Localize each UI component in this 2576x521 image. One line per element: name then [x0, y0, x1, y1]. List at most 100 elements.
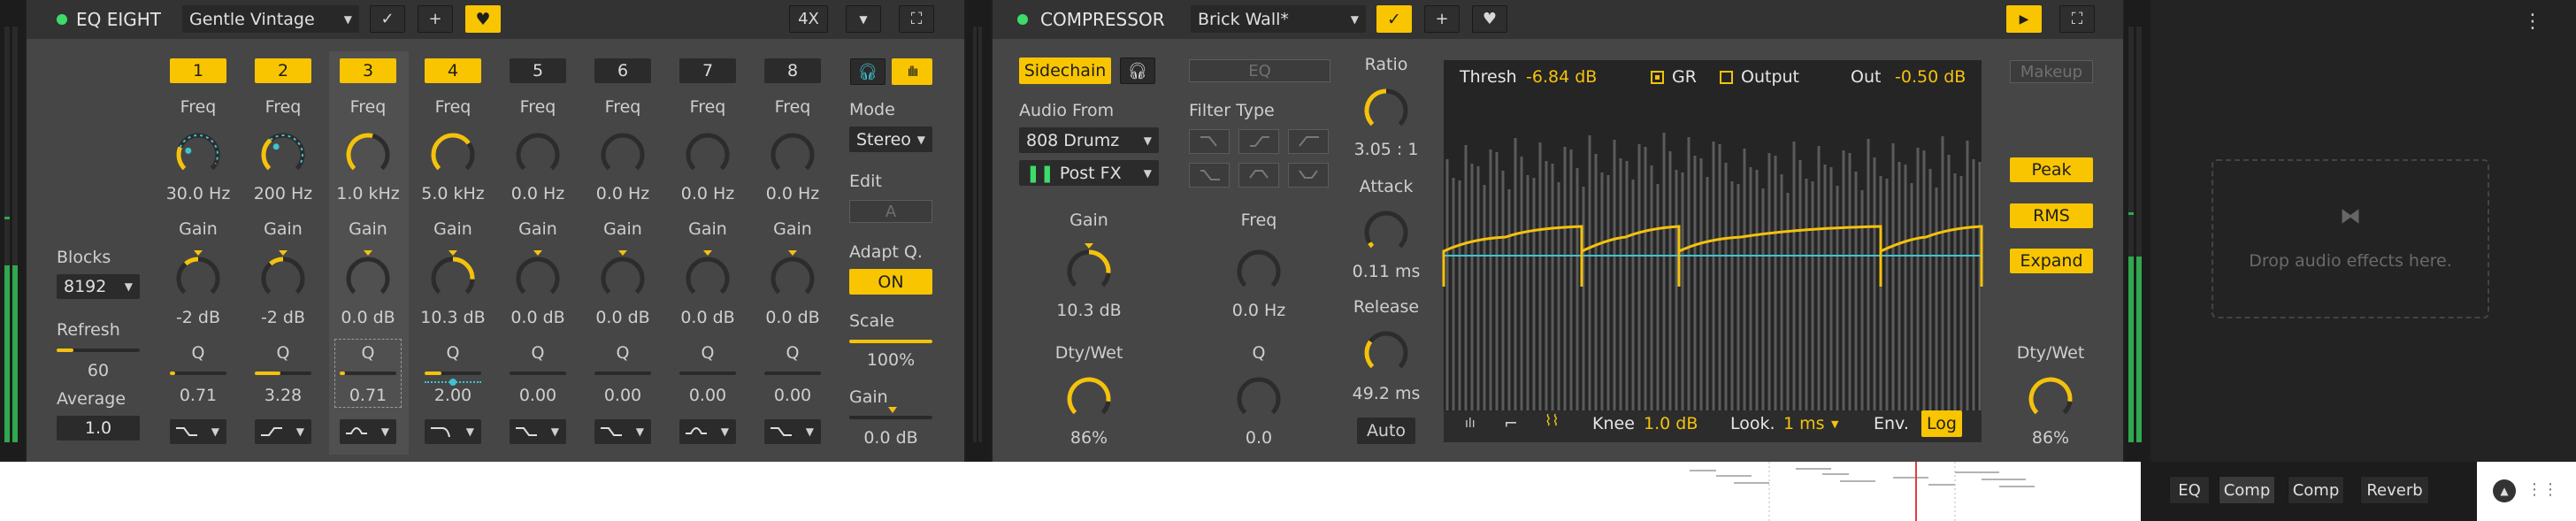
sidechain-listen-button[interactable]: 🎧︎	[1120, 57, 1155, 84]
mode-dropdown[interactable]: Stereo ▼	[849, 126, 932, 152]
freq-knob[interactable]	[424, 126, 482, 184]
collapse-button[interactable]: ▲	[2493, 479, 2516, 502]
filter-type-dropdown[interactable]: ▼	[255, 419, 311, 444]
q-slider[interactable]	[594, 372, 651, 375]
filter-type-dropdown[interactable]: ▼	[764, 419, 821, 444]
audition-button[interactable]: 🎧︎	[850, 58, 886, 85]
filter-type-dropdown[interactable]: ▼	[594, 419, 651, 444]
band-toggle-button[interactable]: 5	[510, 58, 566, 83]
rms-button[interactable]: RMS	[2010, 203, 2093, 228]
chevron-down-icon[interactable]: ▼	[1831, 419, 1838, 429]
output-gain-slider[interactable]	[849, 416, 932, 419]
attack-knob[interactable]	[1357, 203, 1415, 262]
q-slider[interactable]	[170, 372, 226, 375]
device-power-icon[interactable]	[57, 14, 67, 25]
oversample-button[interactable]: 4X	[789, 5, 828, 33]
gain-knob[interactable]	[339, 249, 397, 308]
gain-knob[interactable]	[763, 249, 822, 308]
q-slider[interactable]	[425, 372, 481, 375]
band-toggle-button[interactable]: 7	[679, 58, 736, 83]
spectrum-button[interactable]: ıllıı	[892, 58, 932, 85]
freq-knob[interactable]	[763, 126, 822, 184]
sidechain-toggle[interactable]: Sidechain	[1019, 57, 1111, 84]
freq-knob[interactable]	[594, 126, 652, 184]
device-power-icon[interactable]	[1017, 14, 1028, 25]
gain-knob[interactable]	[169, 249, 227, 308]
freq-knob[interactable]	[254, 126, 312, 184]
gain-knob[interactable]	[254, 249, 312, 308]
filter-type-dropdown[interactable]: ▼	[340, 419, 396, 444]
q-slider[interactable]	[255, 372, 311, 375]
q-slider[interactable]	[679, 372, 736, 375]
band-toggle-button[interactable]: 4	[425, 58, 481, 83]
chain-device-tab[interactable]: EQ	[2169, 476, 2210, 504]
gain-knob[interactable]	[678, 249, 737, 308]
bars-view-icon[interactable]: ılı	[1465, 418, 1476, 430]
chain-device-tab[interactable]: Comp	[2288, 476, 2344, 504]
auto-release-button[interactable]: Auto	[1357, 418, 1415, 444]
scale-slider[interactable]	[849, 340, 932, 343]
chain-device-tab[interactable]: Reverb	[2360, 476, 2429, 504]
play-button[interactable]: ▶	[2006, 5, 2042, 33]
filter-type-button[interactable]	[1238, 163, 1279, 188]
output-checkbox[interactable]	[1720, 71, 1733, 84]
save-preset-button[interactable]: ✓	[370, 5, 405, 33]
comp-expand-button[interactable]: ⛶	[2059, 5, 2095, 33]
band-toggle-button[interactable]: 1	[170, 58, 226, 83]
freq-knob[interactable]	[169, 126, 227, 184]
drop-zone[interactable]	[2212, 159, 2489, 318]
more-options-icon[interactable]: ⋮	[2523, 12, 2542, 32]
knee-value[interactable]: 1.0 dB	[1644, 416, 1698, 433]
q-slider[interactable]	[764, 372, 821, 375]
filter-type-button[interactable]	[1288, 163, 1329, 188]
add-preset-button[interactable]: +	[418, 5, 453, 33]
freq-knob[interactable]	[339, 126, 397, 184]
sidechain-eq-toggle[interactable]: EQ	[1189, 59, 1330, 82]
sc-gain-knob[interactable]	[1060, 242, 1118, 301]
drywet-knob[interactable]	[2021, 370, 2080, 428]
filter-type-dropdown[interactable]: ▼	[510, 419, 566, 444]
edit-ab-button[interactable]: A	[849, 200, 932, 223]
audio-from-dropdown[interactable]: 808 Drumz ▼	[1019, 127, 1159, 153]
ratio-knob[interactable]	[1357, 81, 1415, 140]
chain-device-tab[interactable]: Comp	[2219, 476, 2275, 504]
filter-type-dropdown[interactable]: ▼	[679, 419, 736, 444]
add-preset-button[interactable]: +	[1424, 5, 1460, 33]
blocks-dropdown[interactable]: 8192 ▼	[57, 274, 140, 299]
gr-checkbox[interactable]	[1651, 71, 1664, 84]
filter-type-dropdown[interactable]: ▼	[170, 419, 226, 444]
freq-knob[interactable]	[509, 126, 567, 184]
favorite-button[interactable]: ♥	[1472, 5, 1507, 33]
save-preset-button[interactable]: ✓	[1376, 5, 1412, 33]
makeup-button[interactable]: Makeup	[2010, 60, 2093, 83]
post-fx-dropdown[interactable]: ❚❚ Post FX ▼	[1019, 160, 1159, 186]
env-log-toggle[interactable]: Log	[1921, 410, 1962, 437]
filter-type-button[interactable]	[1238, 129, 1279, 154]
peak-button[interactable]: Peak	[2010, 157, 2093, 182]
expand-button[interactable]: Expand	[2010, 249, 2093, 273]
gain-knob[interactable]	[509, 249, 567, 308]
favorite-button[interactable]: ♥	[465, 5, 501, 33]
comp-preset-dropdown[interactable]: Brick Wall* ▼	[1191, 5, 1366, 33]
resize-grip-icon[interactable]: ⋮⋮	[2526, 482, 2558, 498]
eq-expand-button[interactable]: ⛶	[899, 5, 934, 33]
filter-type-dropdown[interactable]: ▼	[425, 419, 481, 444]
gain-knob[interactable]	[594, 249, 652, 308]
activity-view-icon[interactable]: ⌇⌇	[1545, 414, 1560, 429]
average-field[interactable]: 1.0	[57, 416, 140, 441]
band-toggle-button[interactable]: 2	[255, 58, 311, 83]
curve-view-icon[interactable]: ⌐	[1504, 416, 1518, 433]
sc-drywet-knob[interactable]	[1060, 370, 1118, 428]
sc-q-knob[interactable]	[1230, 370, 1288, 428]
release-knob[interactable]	[1357, 324, 1415, 382]
band-toggle-button[interactable]: 8	[764, 58, 821, 83]
eq-preset-dropdown[interactable]: Gentle Vintage ▼	[182, 5, 359, 33]
filter-type-button[interactable]	[1189, 163, 1230, 188]
band-toggle-button[interactable]: 6	[594, 58, 651, 83]
gain-knob[interactable]	[424, 249, 482, 308]
lookahead-value[interactable]: 1 ms	[1783, 416, 1825, 433]
eq-menu-button[interactable]: ▼	[846, 5, 881, 33]
freq-knob[interactable]	[678, 126, 737, 184]
q-slider[interactable]	[340, 372, 396, 375]
adaptq-toggle[interactable]: ON	[849, 269, 932, 295]
